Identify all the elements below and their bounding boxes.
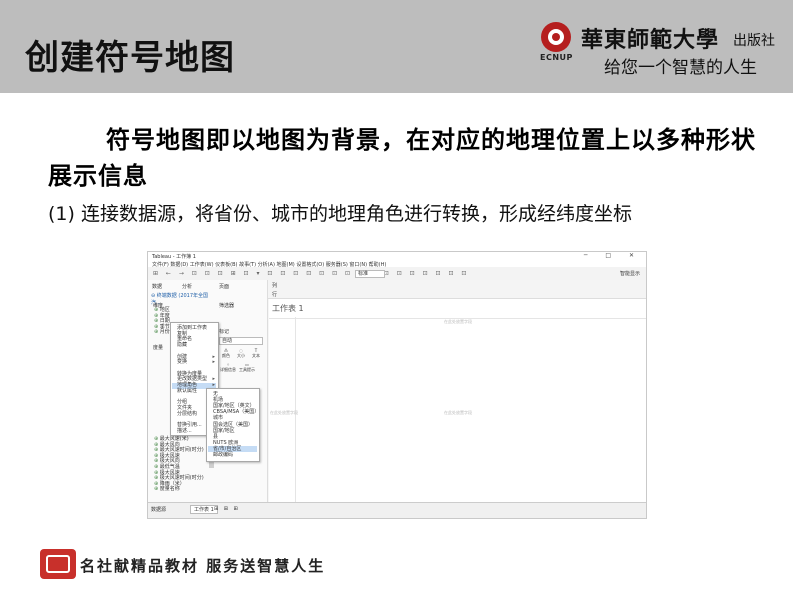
- view-canvas[interactable]: 工作表 1 在此处放置字段 在此处放置字段 在此处放置字段: [269, 299, 646, 502]
- measures-header: 度量: [153, 345, 164, 351]
- toolbar-icons[interactable]: ⊞ ← → ⊡ ⊡ ⊡ ⊞ ⊡ ▾ ⊡ ⊡ ⊡ ⊡ ⊡ ⊡ ⊡ ⊡ ⊡ ⊡ ⊡ …: [153, 270, 469, 277]
- geo-role-submenu: 无机场 国家/地区（英文） CBSA/MSA（美国） 城市 国会选区（美国） 国家/地区县…: [206, 388, 260, 462]
- rows-shelf[interactable]: 行: [268, 289, 646, 299]
- context-menu-item[interactable]: 隐藏: [177, 343, 187, 348]
- footer-slogan: 名社献精品教材 服务送智慧人生: [80, 557, 326, 575]
- step-paragraph: (1) 连接数据源，将省份、城市的地理角色进行转换，形成经纬度坐标: [48, 203, 632, 225]
- status-bar: 数据源 工作表 1 ⊞ ⊞ ⊞: [148, 502, 646, 518]
- intro-paragraph: 符号地图即以地图为背景，在对应的地理位置上以多种形状展示信息: [48, 125, 756, 190]
- context-menu-item[interactable]: 分层结构: [177, 411, 197, 417]
- rows-label: 行: [272, 292, 278, 298]
- tableau-screenshot: Tableau - 工作簿 1 ─ □ ✕ 文件(F) 数据(D) 工作表(W)…: [147, 251, 647, 519]
- context-menu-item[interactable]: 描述...: [177, 428, 192, 434]
- mark-color-label: 颜色: [222, 353, 230, 358]
- mark-detail-label: 详细信息: [220, 367, 236, 372]
- new-sheet-icons[interactable]: ⊞ ⊞ ⊞: [214, 506, 240, 512]
- context-menu-item[interactable]: 变换: [177, 360, 187, 365]
- context-menu-item[interactable]: 默认属性: [177, 388, 197, 394]
- pages-card: 页面: [219, 284, 230, 290]
- geo-role-option[interactable]: 县: [213, 434, 218, 440]
- dimension-field[interactable]: 月份: [154, 330, 170, 335]
- mark-size-button[interactable]: ◌ 大小: [235, 348, 247, 359]
- geo-role-option[interactable]: 国会选区（美国）: [213, 422, 253, 428]
- data-source-tab[interactable]: 数据源: [151, 506, 166, 513]
- mark-tooltip-label: 工具提示: [239, 367, 255, 372]
- filters-card: 筛选器: [219, 303, 235, 309]
- slide-title: 创建符号地图: [25, 38, 235, 78]
- drop-hint-center: 在此处放置字段: [444, 410, 472, 415]
- window-title: Tableau - 工作簿 1: [152, 254, 196, 260]
- toolbar: ⊞ ← → ⊡ ⊡ ⊡ ⊞ ⊡ ▾ ⊡ ⊡ ⊡ ⊡ ⊡ ⊡ ⊡ ⊡ ⊡ ⊡ ⊡ …: [148, 267, 646, 281]
- ecnup-logo-icon: [541, 22, 571, 52]
- university-name: 華東師範大學: [581, 27, 720, 53]
- window-controls[interactable]: ─ □ ✕: [584, 252, 642, 259]
- measure-field[interactable]: 度量名称: [154, 487, 180, 492]
- mark-text-label: 文本: [252, 353, 260, 358]
- drop-hint-left: 在此处放置字段: [270, 410, 298, 415]
- mark-text-button[interactable]: T 文本: [250, 348, 262, 359]
- mark-size-label: 大小: [237, 353, 245, 358]
- show-me-button[interactable]: 智能显示: [620, 270, 640, 277]
- mark-color-button[interactable]: ⁂ 颜色: [220, 348, 232, 359]
- tab-analysis[interactable]: 分析: [182, 283, 192, 290]
- slogan: 给您一个智慧的人生: [604, 58, 757, 78]
- marks-type-select[interactable]: 自动: [219, 337, 263, 345]
- header-bar: 创建符号地图 ECNUP 華東師範大學 出版社 给您一个智慧的人生: [0, 0, 793, 93]
- submenu-arrow-icon: ▸: [212, 359, 215, 366]
- columns-label: 列: [272, 283, 278, 289]
- geo-role-option[interactable]: 城市: [213, 416, 223, 421]
- geo-role-option[interactable]: 邮政编码: [213, 453, 233, 458]
- geo-role-option[interactable]: 国家/地区: [213, 428, 235, 434]
- sheet-title: 工作表 1: [272, 304, 304, 313]
- menu-bar[interactable]: 文件(F) 数据(D) 工作表(W) 仪表板(B) 故事(T) 分析(A) 地图…: [148, 260, 646, 268]
- press-label: 出版社: [733, 33, 775, 49]
- marks-card: 标记: [219, 329, 230, 335]
- mark-tooltip-button[interactable]: ▭ 工具提示: [238, 362, 256, 373]
- mark-detail-button[interactable]: ⁘ 详细信息: [220, 362, 236, 373]
- publisher-seal-icon: [40, 549, 76, 579]
- logo-abbr: ECNUP: [540, 53, 573, 62]
- fit-select[interactable]: 标准: [355, 270, 385, 278]
- window-titlebar: Tableau - 工作簿 1 ─ □ ✕: [148, 252, 646, 260]
- drop-hint-top: 在此处放置字段: [444, 319, 472, 324]
